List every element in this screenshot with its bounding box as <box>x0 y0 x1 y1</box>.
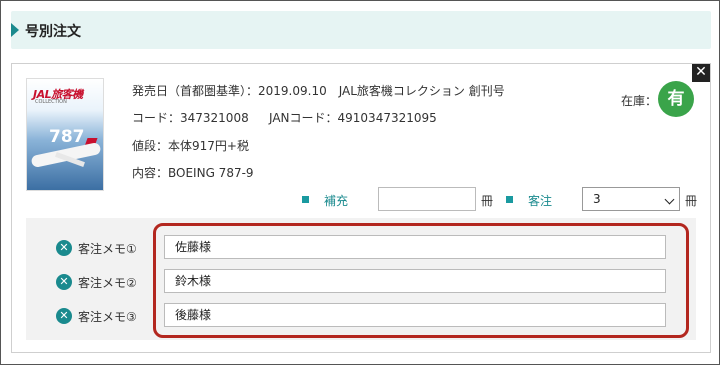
remove-memo-icon[interactable]: ✕ <box>56 240 72 256</box>
memo-label: 客注メモ③ <box>78 310 137 324</box>
customer-order-marker-icon <box>506 196 513 203</box>
replenish-label: 補充 <box>324 194 349 208</box>
chevron-down-icon <box>664 194 675 205</box>
replenish-marker-icon <box>302 196 309 203</box>
cover-number: 787 <box>49 127 85 147</box>
memo-row-2: ✕ 客注メモ② <box>26 271 166 295</box>
close-icon[interactable]: ✕ <box>692 64 710 82</box>
memo-highlight-outline <box>153 223 689 338</box>
memo-label: 客注メモ② <box>78 276 137 290</box>
cover-subtitle: COLLECTION <box>35 99 67 105</box>
product-price: 値段：本体917円+税 <box>132 139 249 153</box>
memo-row-1: ✕ 客注メモ① <box>26 237 166 261</box>
header-arrow-icon <box>11 23 19 37</box>
replenish-input[interactable] <box>378 187 476 211</box>
remove-memo-icon[interactable]: ✕ <box>56 308 72 324</box>
section-header: 号別注文 <box>11 11 711 49</box>
product-card: ✕ JAL旅客機 COLLECTION 787 発売日（首都圏基準）：2019.… <box>11 63 711 353</box>
jan-code: JANコード：4910347321095 <box>269 111 437 125</box>
customer-order-select[interactable]: 3 <box>582 187 680 211</box>
window-frame: 号別注文 ✕ JAL旅客機 COLLECTION 787 発売日（首都圏基準）：… <box>0 0 720 365</box>
replenish-unit: 冊 <box>481 194 494 208</box>
remove-memo-icon[interactable]: ✕ <box>56 274 72 290</box>
product-code: コード：347321008 <box>132 111 249 125</box>
stock-badge: 有 <box>658 81 694 117</box>
customer-order-label: 客注 <box>528 194 553 208</box>
customer-order-value: 3 <box>593 192 601 206</box>
product-content: 内容：BOEING 787-9 <box>132 166 254 180</box>
release-info: 発売日（首都圏基準）：2019.09.10 JAL旅客機コレクション 創刊号 <box>132 84 505 98</box>
product-cover-image: JAL旅客機 COLLECTION 787 <box>26 78 104 191</box>
stock-label: 在庫： <box>621 94 658 108</box>
memo-label: 客注メモ① <box>78 242 137 256</box>
memo-row-3: ✕ 客注メモ③ <box>26 305 166 329</box>
customer-order-unit: 冊 <box>685 194 698 208</box>
page-title: 号別注文 <box>25 24 81 40</box>
